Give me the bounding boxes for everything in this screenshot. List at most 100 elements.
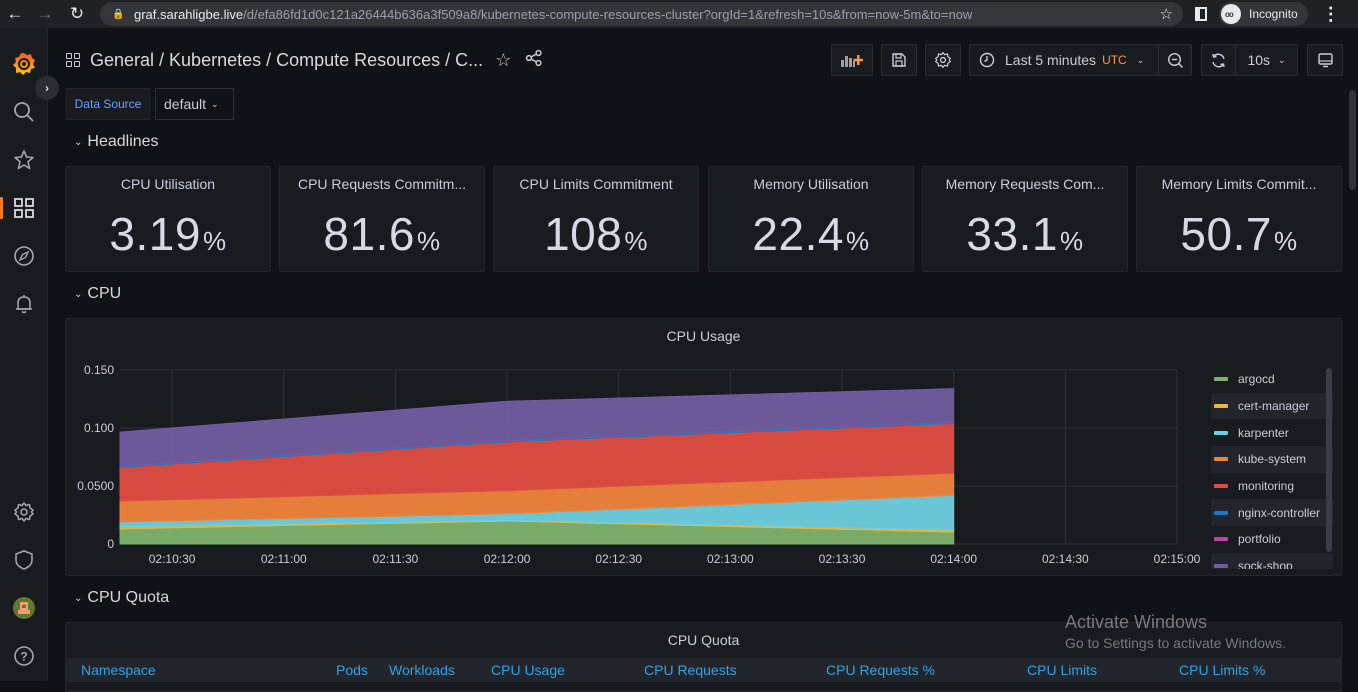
datasource-value: default [164, 96, 207, 112]
side-panel-icon[interactable] [1195, 7, 1207, 21]
column-header-cpu-requests-pct[interactable]: CPU Requests % [826, 662, 935, 678]
stat-panel-cpu-utilisation[interactable]: CPU Utilisation 3.19% [65, 166, 271, 272]
dashboard-grid-icon [66, 53, 80, 67]
stat-panel-memory-limits[interactable]: Memory Limits Commit... 50.7% [1136, 166, 1342, 272]
stat-value: 3.19% [66, 207, 270, 261]
zoom-out-time-button[interactable] [1158, 44, 1192, 76]
legend-item-kube-system[interactable]: kube-system [1211, 446, 1333, 473]
mark-favorite-icon[interactable]: ☆ [495, 50, 511, 71]
dashboards-icon[interactable] [0, 192, 48, 224]
stat-number: 50.7 [1180, 208, 1272, 260]
dashboard-breadcrumb[interactable]: General / Kubernetes / Compute Resources… [90, 50, 483, 71]
refresh-interval-label: 10s [1247, 52, 1271, 68]
back-button[interactable]: ← [2, 1, 28, 27]
row-title: CPU Quota [87, 589, 170, 606]
column-header-namespace[interactable]: Namespace [81, 662, 156, 678]
bookmark-star-icon[interactable]: ☆ [1160, 5, 1173, 23]
grafana-logo-icon[interactable] [0, 48, 48, 80]
legend-swatch [1214, 430, 1228, 435]
help-icon[interactable]: ? [0, 640, 48, 672]
column-header-cpu-requests[interactable]: CPU Requests [644, 662, 737, 678]
incognito-icon [1221, 4, 1241, 24]
stat-panel-memory-requests[interactable]: Memory Requests Com... 33.1% [922, 166, 1128, 272]
address-bar[interactable]: 🔒 graf.sarahligbe.live/d/efa86fd1d0c121a… [100, 2, 1183, 26]
expand-sidebar-button[interactable]: › [35, 76, 59, 100]
row-headlines[interactable]: ⌄ Headlines [74, 133, 159, 151]
datasource-variable-select[interactable]: default ⌄ [155, 88, 234, 120]
refresh-button[interactable] [1201, 44, 1236, 76]
add-panel-icon [841, 55, 863, 67]
legend-item-nginx-controller[interactable]: nginx-controller [1211, 499, 1333, 527]
refresh-interval-picker[interactable]: 10s ⌄ [1235, 44, 1298, 76]
legend-label: cert-manager [1238, 399, 1310, 414]
row-cpu-quota[interactable]: ⌄ CPU Quota [74, 589, 169, 607]
chevron-down-icon: ⌄ [1136, 54, 1145, 65]
dashboard-settings-button[interactable] [925, 44, 961, 76]
column-header-cpu-usage[interactable]: CPU Usage [491, 662, 565, 678]
watermark-subtitle: Go to Settings to activate Windows. [1065, 635, 1286, 651]
add-panel-button[interactable] [831, 44, 873, 76]
browser-menu-icon[interactable]: ⋮ [1322, 4, 1340, 25]
legend-item-monitoring[interactable]: monitoring [1211, 473, 1333, 500]
chevron-down-icon: ⌄ [211, 98, 219, 109]
watermark-title: Activate Windows [1065, 612, 1208, 632]
stat-panel-memory-utilisation[interactable]: Memory Utilisation 22.4% [708, 166, 914, 272]
row-title: Headlines [87, 133, 159, 150]
forward-button[interactable]: → [32, 1, 58, 27]
lock-icon: 🔒 [112, 8, 125, 20]
stat-title: CPU Utilisation [120, 176, 216, 192]
row-title: CPU [87, 285, 122, 302]
search-icon[interactable] [0, 96, 48, 128]
legend-label: karpenter [1238, 425, 1289, 440]
gear-icon [935, 52, 951, 68]
stat-value: 81.6% [280, 207, 484, 261]
legend-item-portfolio[interactable]: portfolio [1211, 526, 1333, 553]
incognito-badge[interactable]: Incognito [1219, 2, 1308, 26]
stat-title: CPU Limits Commitment [519, 176, 673, 192]
share-icon[interactable] [525, 49, 543, 72]
column-header-workloads[interactable]: Workloads [389, 662, 455, 678]
refresh-icon [1212, 53, 1225, 67]
stat-value: 22.4% [709, 207, 913, 261]
column-header-pods[interactable]: Pods [336, 662, 368, 678]
page-scrollbar[interactable] [1349, 90, 1356, 190]
stat-title: CPU Requests Commitm... [297, 176, 467, 192]
x-tick-label: 02:13:30 [819, 552, 866, 566]
timezone-label: UTC [1102, 53, 1127, 67]
time-range-picker[interactable]: Last 5 minutes UTC ⌄ [969, 44, 1159, 76]
shield-icon[interactable] [0, 544, 48, 576]
legend-swatch [1214, 564, 1228, 569]
legend-label: kube-system [1238, 452, 1307, 467]
x-tick-label: 02:10:30 [149, 552, 196, 566]
gear-icon[interactable] [0, 496, 48, 528]
legend-scrollbar[interactable] [1326, 368, 1332, 552]
tv-mode-button[interactable] [1307, 44, 1343, 76]
compass-icon[interactable] [0, 240, 48, 272]
y-tick-label: 0 [107, 537, 114, 551]
bell-icon[interactable] [0, 288, 48, 320]
stat-panel-cpu-limits[interactable]: CPU Limits Commitment 108% [493, 166, 699, 272]
stat-unit: % [202, 226, 227, 256]
legend-item-karpenter[interactable]: karpenter [1211, 419, 1333, 446]
stat-panel-cpu-requests[interactable]: CPU Requests Commitm... 81.6% [279, 166, 485, 272]
legend-item-sock-shop[interactable]: sock-shop [1211, 552, 1333, 569]
star-icon[interactable] [0, 144, 48, 176]
avatar-icon[interactable] [0, 592, 48, 624]
y-tick-label: 0.150 [84, 363, 114, 377]
incognito-label: Incognito [1249, 7, 1298, 21]
cpu-usage-chart[interactable]: 0 0.0500 0.100 0.150 02:10:30 02:11:00 02:11:3… [66, 319, 1206, 577]
reload-button[interactable]: ↻ [64, 1, 90, 27]
arrow-left-icon: ← [6, 4, 24, 23]
row-cpu[interactable]: ⌄ CPU [74, 285, 121, 303]
column-header-cpu-limits-pct[interactable]: CPU Limits % [1179, 662, 1265, 678]
legend-item-cert-manager[interactable]: cert-manager [1211, 392, 1333, 420]
chevron-right-icon: › [45, 81, 49, 95]
legend-item-argocd[interactable]: argocd [1211, 366, 1333, 393]
url-host: graf.sarahligbe.live [134, 6, 244, 22]
legend-swatch [1214, 404, 1228, 409]
legend-label: argocd [1238, 372, 1275, 387]
save-dashboard-button[interactable] [881, 44, 917, 76]
reload-icon: ↻ [69, 4, 85, 23]
column-header-cpu-limits[interactable]: CPU Limits [1027, 662, 1097, 678]
legend-swatch [1214, 537, 1228, 542]
